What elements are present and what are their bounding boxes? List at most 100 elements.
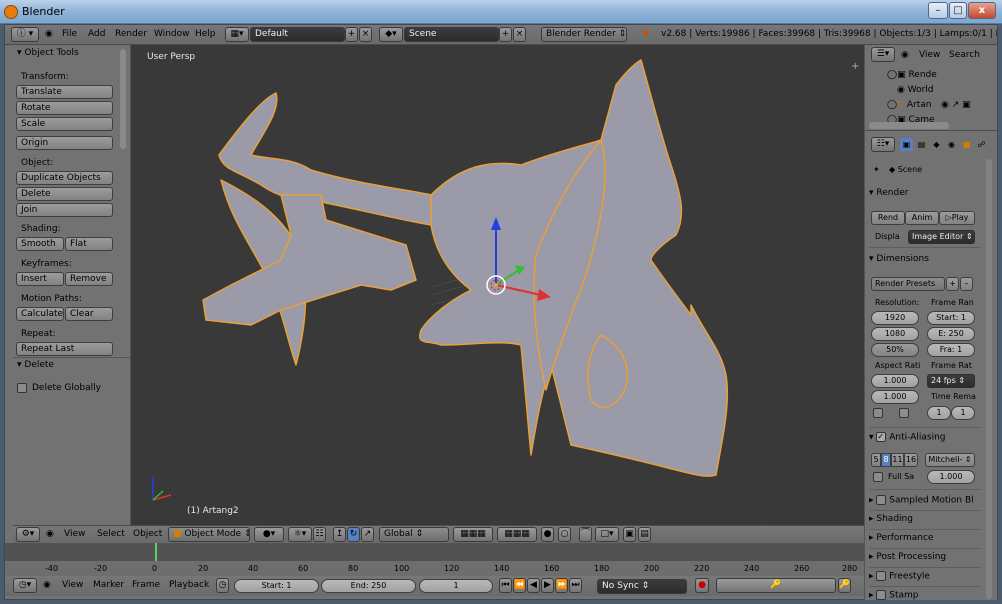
aa-samples-8[interactable]: 8 xyxy=(881,453,891,467)
scene-tab-icon[interactable]: ◆ xyxy=(930,138,943,151)
keying-set-field[interactable]: 🔑 xyxy=(716,578,836,593)
close-button[interactable]: x xyxy=(968,2,996,19)
editor-type-properties-icon[interactable]: ☷▾ xyxy=(871,137,895,152)
remove-keyframe-button[interactable]: Remove xyxy=(65,272,113,286)
shading-panel-header[interactable]: ▸ Shading xyxy=(869,514,913,524)
aa-samples-16[interactable]: 16 xyxy=(904,453,918,467)
display-select[interactable]: Image Editor ⇕ xyxy=(908,230,975,244)
motion-blur-panel-header[interactable]: ▸ Sampled Motion Bl xyxy=(869,495,985,506)
maximize-button[interactable]: □ xyxy=(949,2,967,19)
outliner-scrollbar[interactable] xyxy=(869,122,949,129)
aa-checkbox[interactable]: ✓ xyxy=(876,432,887,442)
play-icon[interactable]: ▶ xyxy=(541,578,554,593)
border-checkbox[interactable] xyxy=(873,408,883,418)
translate-button[interactable]: Translate xyxy=(16,85,113,99)
delete-button[interactable]: Delete xyxy=(16,187,113,201)
remap-new-field[interactable]: 1 xyxy=(951,406,975,420)
scene-icon[interactable]: ◆▾ xyxy=(379,27,403,42)
dimensions-panel-header[interactable]: ▾ Dimensions xyxy=(869,254,929,264)
current-frame-field[interactable]: 1 xyxy=(419,579,493,593)
menu-file[interactable]: File xyxy=(62,29,77,39)
minimize-button[interactable]: – xyxy=(928,2,948,19)
insert-keyframe-button[interactable]: Insert xyxy=(16,272,64,286)
frame-step-field[interactable]: Fra: 1 xyxy=(927,343,975,357)
snap-element-icon[interactable]: □▾ xyxy=(595,527,619,542)
add-scene-icon[interactable]: + xyxy=(499,27,512,42)
delete-globally-checkbox[interactable] xyxy=(17,383,27,393)
menu-object[interactable]: Object xyxy=(133,529,162,539)
end-frame-field[interactable]: E: 250 xyxy=(927,327,975,341)
menu-search[interactable]: Search xyxy=(949,50,980,60)
collapse-menu-icon[interactable]: ◉ xyxy=(46,529,54,539)
object-tab-icon[interactable]: ■ xyxy=(960,138,973,151)
menu-playback[interactable]: Playback xyxy=(169,580,209,590)
start-frame-field[interactable]: Start: 1 xyxy=(234,579,319,593)
world-tab-icon[interactable]: ◉ xyxy=(945,138,958,151)
timeline-scrub-area[interactable] xyxy=(5,543,864,561)
remove-preset-icon[interactable]: – xyxy=(960,277,973,291)
aa-samples-5[interactable]: 5 xyxy=(871,453,881,467)
anim-button[interactable]: Anim xyxy=(905,211,939,225)
duplicate-objects-button[interactable]: Duplicate Objects xyxy=(16,171,113,185)
jump-start-icon[interactable]: ⏮ xyxy=(499,578,512,593)
collapse-menu-icon[interactable]: ◉ xyxy=(901,50,909,60)
add-layout-icon[interactable]: + xyxy=(345,27,358,42)
scene-field[interactable]: Scene xyxy=(404,27,499,42)
render-presets-select[interactable]: Render Presets xyxy=(871,277,945,291)
layout-field[interactable]: Default xyxy=(250,27,345,42)
menu-window[interactable]: Window xyxy=(154,29,190,39)
start-frame-field[interactable]: Start: 1 xyxy=(927,311,975,325)
tool-shelf-scrollbar[interactable] xyxy=(120,49,126,149)
menu-render[interactable]: Render xyxy=(115,29,147,39)
render-panel-header[interactable]: ▾ Render xyxy=(869,188,908,198)
menu-marker[interactable]: Marker xyxy=(93,580,124,590)
aa-panel-header[interactable]: ▾ ✓ Anti-Aliasing xyxy=(869,432,946,443)
screen-layout-icon[interactable]: ▦▾ xyxy=(225,27,249,42)
full-sample-checkbox[interactable] xyxy=(873,472,883,482)
properties-scrollbar[interactable] xyxy=(986,159,992,599)
outliner-item-world[interactable]: ◉ World xyxy=(897,85,934,95)
smooth-button[interactable]: Smooth xyxy=(16,237,64,251)
manipulator-toggle-icon[interactable]: ☷ xyxy=(313,527,326,542)
scale-button[interactable]: Scale xyxy=(16,117,113,131)
timeline[interactable]: -40 -20 0 20 40 60 80 100 120 140 160 18… xyxy=(5,543,864,576)
rotate-button[interactable]: Rotate xyxy=(16,101,113,115)
menu-help[interactable]: Help xyxy=(195,29,216,39)
remap-old-field[interactable]: 1 xyxy=(927,406,951,420)
sync-select[interactable]: No Sync ⇕ xyxy=(597,579,687,594)
delete-panel-header[interactable]: ▾ Delete xyxy=(17,360,54,370)
filter-size-field[interactable]: 1.000 xyxy=(927,470,975,484)
proportional-icon[interactable]: ○ xyxy=(558,527,571,542)
visibility-icons[interactable]: ◉ ↗ ▣ xyxy=(941,100,971,110)
play-button[interactable]: ▷Play xyxy=(939,211,975,225)
add-preset-icon[interactable]: + xyxy=(946,277,959,291)
rotate-manipulator-icon[interactable]: ↻ xyxy=(347,527,360,542)
motion-blur-checkbox[interactable] xyxy=(876,495,887,505)
play-reverse-icon[interactable]: ◀ xyxy=(527,578,540,593)
aa-filter-select[interactable]: Mitchell- ⇕ xyxy=(925,453,975,467)
aspect-x-field[interactable]: 1.000 xyxy=(871,374,919,388)
preview-range-icon[interactable]: ◷ xyxy=(216,578,229,593)
post-processing-panel-header[interactable]: ▸ Post Processing xyxy=(869,552,946,562)
clear-button[interactable]: Clear xyxy=(65,307,113,321)
layers-grid-1[interactable]: ▦▦▦ xyxy=(453,527,493,542)
menu-view[interactable]: View xyxy=(62,580,83,590)
resolution-percent-field[interactable]: 50% xyxy=(871,343,919,357)
calculate-button[interactable]: Calculate xyxy=(16,307,64,321)
crop-checkbox[interactable] xyxy=(899,408,909,418)
remove-layout-icon[interactable]: × xyxy=(359,27,372,42)
scale-manipulator-icon[interactable]: ↗ xyxy=(361,527,374,542)
collapse-menu-icon[interactable]: ◉ xyxy=(45,29,53,39)
snap-icon[interactable]: ⌒ xyxy=(579,527,592,542)
jump-keyframe-back-icon[interactable]: ⏪ xyxy=(513,578,526,593)
keyframe-insert-icon[interactable]: 🔑 xyxy=(838,578,851,593)
orientation-select[interactable]: Global ⇕ xyxy=(379,527,449,542)
menu-frame[interactable]: Frame xyxy=(132,580,160,590)
constraints-tab-icon[interactable]: ☍ xyxy=(975,138,988,151)
remove-scene-icon[interactable]: × xyxy=(513,27,526,42)
render-still-icon[interactable]: ▣ xyxy=(623,527,636,542)
flat-button[interactable]: Flat xyxy=(65,237,113,251)
fps-select[interactable]: 24 fps ⇕ xyxy=(927,374,975,388)
freestyle-panel-header[interactable]: ▸ Freestyle xyxy=(869,571,930,582)
editor-type-outliner-icon[interactable]: ☰▾ xyxy=(871,47,895,62)
